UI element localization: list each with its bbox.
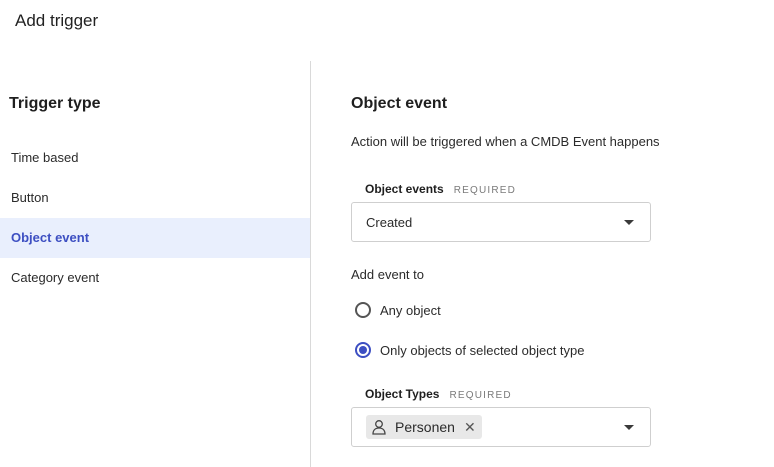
radio-button-checked[interactable] — [355, 342, 371, 358]
trigger-type-heading: Trigger type — [9, 95, 101, 112]
trigger-item-button[interactable]: Button — [0, 178, 310, 218]
radio-button-unchecked[interactable] — [355, 302, 371, 318]
trigger-item-time-based[interactable]: Time based — [0, 138, 310, 178]
section-title: Object event — [351, 95, 448, 112]
object-events-label-text: Object events — [365, 182, 444, 196]
add-event-to-label: Add event to — [351, 267, 424, 282]
trigger-type-list: Time based Button Object event Category … — [0, 138, 310, 298]
person-icon — [372, 420, 386, 435]
panel-divider — [310, 61, 311, 467]
required-badge: REQUIRED — [453, 185, 517, 196]
object-type-chip-label: Personen — [395, 419, 455, 435]
radio-any-object-label: Any object — [380, 302, 441, 318]
dialog-title: Add trigger — [15, 11, 99, 30]
object-types-label: Object Types REQUIRED — [365, 387, 512, 401]
object-events-label: Object events REQUIRED — [365, 182, 516, 196]
radio-selected-object-type-label: Only objects of selected object type — [380, 342, 585, 358]
object-events-value: Created — [366, 215, 413, 230]
object-event-panel: Object event Action will be triggered wh… — [351, 61, 761, 467]
close-icon[interactable]: ✕ — [464, 420, 476, 434]
object-events-select[interactable]: Created — [351, 202, 651, 242]
trigger-type-panel: Trigger type Time based Button Object ev… — [0, 61, 310, 467]
radio-any-object[interactable]: Any object — [355, 300, 441, 320]
object-types-select[interactable]: Personen ✕ — [351, 407, 651, 447]
required-badge: REQUIRED — [449, 390, 512, 401]
trigger-item-category-event[interactable]: Category event — [0, 258, 310, 298]
radio-selected-object-type[interactable]: Only objects of selected object type — [355, 340, 585, 360]
caret-down-icon — [624, 425, 634, 430]
caret-down-icon — [624, 220, 634, 225]
object-type-chip: Personen ✕ — [366, 415, 482, 439]
trigger-item-object-event[interactable]: Object event — [0, 218, 310, 258]
section-description: Action will be triggered when a CMDB Eve… — [351, 134, 660, 149]
object-types-label-text: Object Types — [365, 387, 440, 401]
